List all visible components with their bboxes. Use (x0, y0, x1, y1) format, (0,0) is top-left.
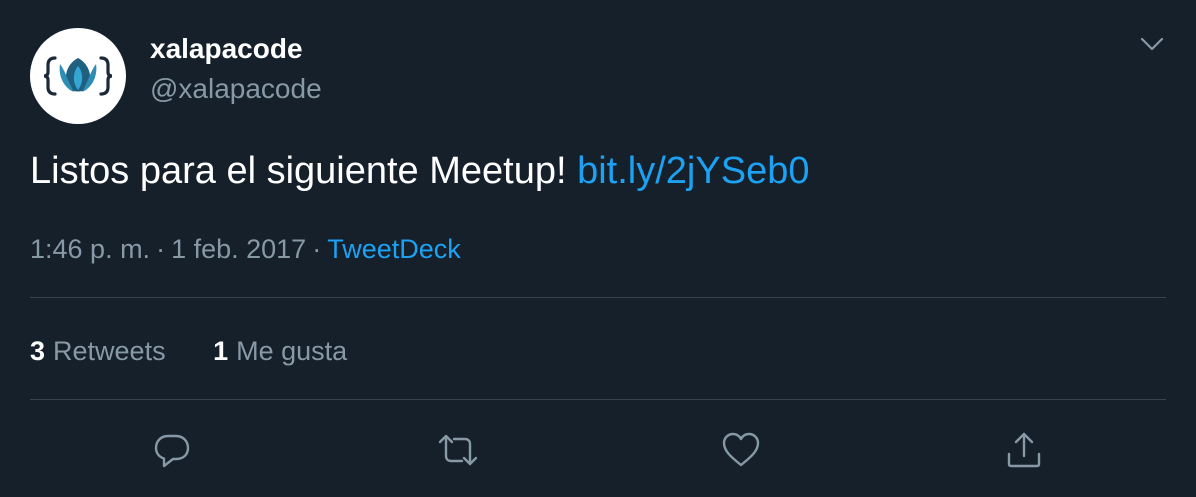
tweet-menu-button[interactable] (1134, 30, 1170, 58)
xalapacode-logo (43, 56, 113, 96)
reply-button[interactable] (150, 428, 194, 472)
share-icon (1007, 432, 1041, 468)
tweet-stats: 3 Retweets 1 Me gusta (30, 332, 347, 370)
retweets-stat[interactable]: 3 Retweets (30, 332, 166, 370)
tweet-source[interactable]: TweetDeck (327, 234, 461, 264)
tweet-text: Listos para el siguiente Meetup! bit.ly/… (30, 146, 809, 196)
meta-separator: · (312, 234, 322, 264)
heart-icon (722, 432, 760, 467)
retweet-button[interactable] (436, 428, 480, 472)
like-button[interactable] (719, 428, 763, 472)
tweet-date[interactable]: 1 feb. 2017 (171, 234, 306, 264)
tweet-meta: 1:46 p. m. · 1 feb. 2017 · TweetDeck (30, 230, 461, 268)
share-button[interactable] (1002, 428, 1046, 472)
likes-count: 1 (213, 336, 229, 366)
likes-label: Me gusta (236, 336, 348, 366)
meta-separator: · (156, 234, 166, 264)
tweet-card: xalapacode @xalapacode Listos para el si… (0, 0, 1196, 497)
retweets-label: Retweets (53, 336, 166, 366)
user-handle[interactable]: @xalapacode (150, 72, 322, 106)
avatar[interactable] (30, 28, 126, 124)
divider (30, 297, 1166, 298)
tweet-link[interactable]: bit.ly/2jYSeb0 (577, 150, 809, 192)
retweets-count: 3 (30, 336, 46, 366)
display-name[interactable]: xalapacode (150, 32, 303, 66)
divider (30, 399, 1166, 400)
retweet-icon (438, 434, 478, 466)
chevron-down-icon (1140, 37, 1164, 51)
reply-icon (154, 434, 190, 468)
likes-stat[interactable]: 1 Me gusta (213, 332, 347, 370)
tweet-time[interactable]: 1:46 p. m. (30, 234, 150, 264)
tweet-body: Listos para el siguiente Meetup! (30, 150, 578, 192)
